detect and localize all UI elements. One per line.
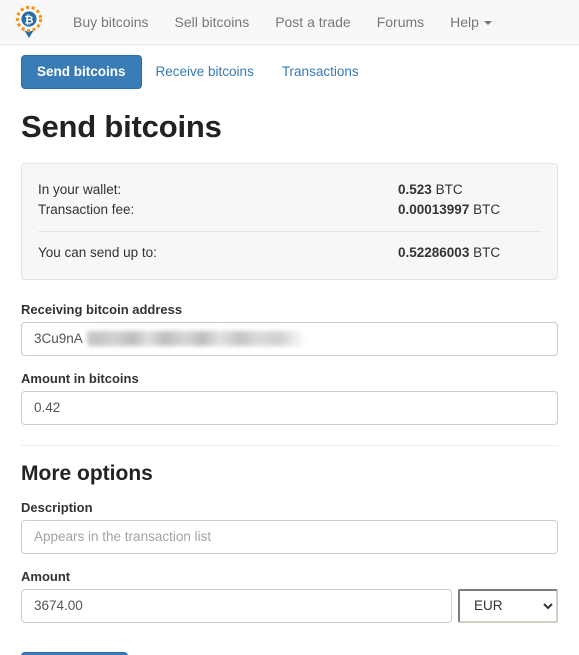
wallet-balance-label: In your wallet:	[38, 181, 122, 197]
amount-fiat-field-group: Amount EUR	[21, 569, 558, 623]
navbar-links: Buy bitcoins Sell bitcoins Post a trade …	[60, 0, 505, 44]
description-field-group: Description	[21, 500, 558, 554]
description-input[interactable]	[21, 519, 558, 554]
address-field-group: Receiving bitcoin address	[21, 302, 558, 356]
bitcoin-map-pin-logo[interactable]: ₿	[14, 5, 44, 39]
wallet-row-fee: Transaction fee: 0.00013997 BTC	[38, 200, 541, 220]
wallet-balance-unit: BTC	[435, 181, 463, 197]
amount-btc-label: Amount in bitcoins	[21, 370, 139, 386]
wallet-summary-panel: In your wallet: 0.523 BTC Transaction fe…	[21, 162, 558, 280]
svg-text:₿: ₿	[25, 15, 34, 27]
wallet-fee-amount: 0.00013997	[398, 201, 470, 217]
wallet-sendable-label: You can send up to:	[38, 244, 157, 260]
currency-select[interactable]: EUR	[458, 588, 558, 623]
continue-button[interactable]: ฿ Continue	[21, 651, 128, 655]
page-title: Send bitcoins	[21, 108, 222, 144]
nav-help-label: Help	[450, 14, 479, 30]
app-window: ₿ Buy bitcoins Sell bitcoins Post a trad…	[0, 0, 579, 655]
wallet-balance-value: 0.523 BTC	[398, 180, 463, 200]
nav-post-a-trade[interactable]: Post a trade	[262, 0, 364, 44]
wallet-fee-label: Transaction fee:	[38, 201, 135, 217]
nav-help[interactable]: Help	[437, 0, 505, 44]
wallet-sendable-value: 0.52286003 BTC	[398, 243, 500, 263]
nav-buy-bitcoins[interactable]: Buy bitcoins	[60, 0, 161, 44]
wallet-row-sendable: You can send up to: 0.52286003 BTC	[38, 243, 541, 263]
amount-btc-input[interactable]	[21, 390, 558, 425]
receiving-address-input[interactable]	[21, 321, 558, 356]
tab-transactions[interactable]: Transactions	[268, 55, 373, 88]
panel-divider	[38, 230, 541, 232]
amount-btc-field-group: Amount in bitcoins	[21, 371, 558, 425]
section-divider	[21, 444, 558, 446]
amount-fiat-row: EUR	[21, 588, 558, 623]
description-label: Description	[21, 499, 93, 515]
address-label: Receiving bitcoin address	[21, 301, 183, 317]
wallet-sendable-unit: BTC	[473, 244, 501, 260]
wallet-fee-unit: BTC	[473, 201, 501, 217]
address-input-wrapper	[21, 321, 558, 356]
nav-sell-bitcoins[interactable]: Sell bitcoins	[161, 0, 262, 44]
chevron-down-icon	[483, 21, 492, 26]
amount-fiat-label: Amount	[21, 568, 71, 584]
tab-send-bitcoins[interactable]: Send bitcoins	[21, 55, 142, 89]
section-tabs: Send bitcoins Receive bitcoins Transacti…	[0, 45, 579, 97]
wallet-fee-value: 0.00013997 BTC	[398, 200, 500, 220]
wallet-sendable-amount: 0.52286003	[398, 244, 470, 260]
logo-svg: ₿	[15, 5, 43, 38]
nav-forums[interactable]: Forums	[364, 0, 437, 44]
top-navbar: ₿ Buy bitcoins Sell bitcoins Post a trad…	[0, 0, 579, 45]
amount-fiat-input[interactable]	[21, 588, 452, 623]
tab-receive-bitcoins[interactable]: Receive bitcoins	[142, 55, 268, 88]
main-content: Send bitcoins In your wallet: 0.523 BTC …	[0, 109, 579, 655]
more-options-title: More options	[21, 461, 153, 485]
wallet-balance-amount: 0.523	[398, 181, 432, 197]
wallet-row-balance: In your wallet: 0.523 BTC	[38, 180, 541, 200]
